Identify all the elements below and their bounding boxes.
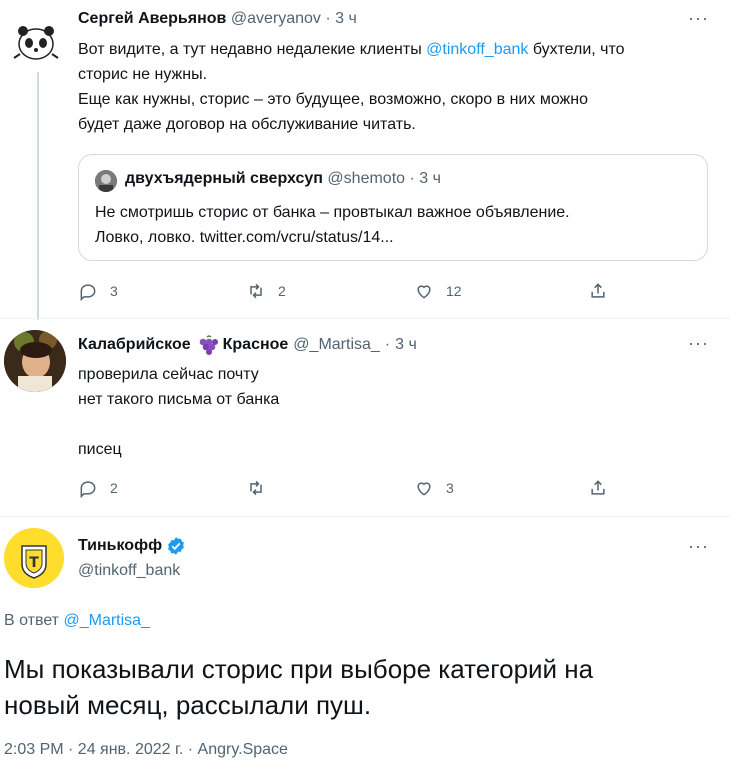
panda-avatar-image [13,26,59,60]
quoted-tweet-card[interactable]: двухъядерный сверхсуп @shemoto · 3 ч Не … [78,154,708,261]
main-text-line: Мы показывали сторис при выборе категори… [4,654,594,684]
tweet-text-line: Еще как нужны, сторис – это будущее, воз… [78,91,588,108]
mention-link[interactable]: @tinkoff_bank [426,41,528,58]
tweet-text-line: сторис не нужны. [78,66,208,83]
retweet-button[interactable] [246,478,266,498]
avatar-panda[interactable] [8,14,64,70]
separator-dot: · [325,10,331,27]
main-header: Тинькофф [78,536,186,556]
more-icon[interactable]: ··· [688,536,709,557]
quote-text: Не смотришь сторис от банка – провтыкал … [95,200,570,250]
tweet-text-line: Вот видите, а тут недавно недалекие клие… [78,41,625,58]
tweet-time[interactable]: 3 ч [395,336,417,354]
reply-count: 3 [110,283,118,299]
author-name-part1[interactable]: Калабрийское [78,336,191,354]
share-button[interactable] [588,281,608,301]
divider [0,516,730,517]
separator-dot: · [384,336,391,353]
tweet2-text: проверила сейчас почту нет такого письма… [78,362,279,462]
quote-avatar [95,170,117,192]
tweet-meta[interactable]: 2:03 PM · 24 янв. 2022 г. · Angry.Space [4,741,288,759]
verified-icon [168,537,184,555]
like-count: 12 [446,283,462,299]
tweet1-text: Вот видите, а тут недавно недалекие клие… [78,37,625,137]
main-tweet-text: Мы показывали сторис при выборе категори… [4,651,593,723]
painting-avatar-image [4,330,66,392]
tweet-text-line: писец [78,441,122,458]
svg-text:Т: Т [29,555,39,571]
like-icon [417,482,431,496]
main-text-line: новый месяц, рассылали пуш. [4,690,372,720]
author-name[interactable]: Тинькофф [78,537,162,555]
divider [0,318,730,319]
separator-dot: · [409,170,415,187]
reply-button[interactable]: 3 [78,281,118,301]
quote-header: двухъядерный сверхсуп @shemoto · 3 ч [125,170,441,188]
author-name-part2[interactable]: Красное [223,336,289,354]
share-button[interactable] [588,478,608,498]
quote-text-line: Не смотришь сторис от банка – провтыкал … [95,204,570,221]
author-handle[interactable]: @_Martisa_ [293,336,380,354]
quote-author-name: двухъядерный сверхсуп [125,170,323,187]
author-name[interactable]: Сергей Аверьянов [78,10,226,27]
reply-context: В ответ @_Martisa_ [4,612,150,630]
share-icon [591,480,605,495]
like-count: 3 [446,480,454,496]
author-handle[interactable]: @averyanov [231,10,321,27]
tweet-text-line: будет даже договор на обслуживание читат… [78,116,416,133]
thread-connector-line [37,72,39,320]
quote-author-handle: @shemoto [327,170,406,187]
like-icon [417,285,431,299]
retweet-button[interactable]: 2 [246,281,286,301]
reply-icon [80,481,96,498]
tweet-text-line: проверила сейчас почту [78,366,259,383]
tweet2-header: Калабрийское Красное @_Martisa_ · 3 ч [78,335,417,355]
reply-to-link[interactable]: @_Martisa_ [63,612,150,629]
avatar-martisa[interactable] [4,330,66,392]
tweet-text-line: нет такого письма от банка [78,391,280,408]
like-button[interactable]: 12 [414,281,462,301]
more-icon[interactable]: ··· [688,333,709,354]
retweet-count: 2 [278,283,286,299]
retweet-icon [250,283,262,299]
reply-prefix: В ответ [4,612,60,629]
author-handle[interactable]: @tinkoff_bank [78,562,180,580]
share-icon [591,283,605,298]
retweet-icon [250,480,262,496]
grapes-icon [199,335,218,355]
more-icon[interactable]: ··· [688,8,709,29]
reply-button[interactable]: 2 [78,478,118,498]
tinkoff-logo-image: Т [4,528,64,588]
quote-time: 3 ч [419,170,441,187]
quote-text-line: Ловко, ловко. twitter.com/vcru/status/14… [95,229,394,246]
tweet1-header: Сергей Аверьянов @averyanov · 3 ч [78,10,357,28]
tweet-time[interactable]: 3 ч [335,10,357,27]
avatar-tinkoff[interactable]: Т [4,528,64,588]
reply-count: 2 [110,480,118,496]
like-button[interactable]: 3 [414,478,454,498]
reply-icon [80,284,96,301]
quote-avatar-image [95,170,117,192]
